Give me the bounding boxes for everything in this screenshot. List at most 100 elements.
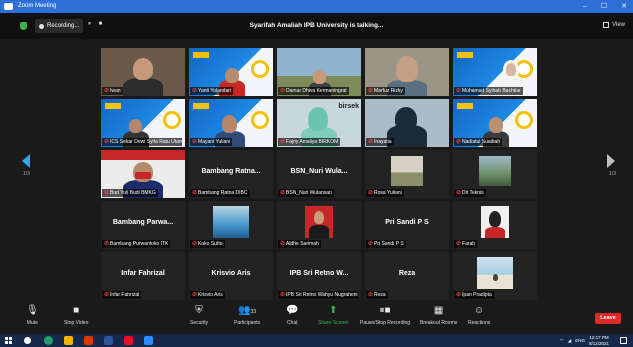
maximize-button[interactable]: ☐	[601, 0, 607, 13]
participant-tile[interactable]: Bambang Ratna... ⊘ Bambang Ratna DIBC	[189, 150, 273, 198]
participant-tile[interactable]: Pri Sandi P S ⊘ Pri Sandi P S	[365, 201, 449, 249]
volume-icon[interactable]: ◢	[568, 338, 571, 344]
gallery-view: 1/3 1/3 ⊘ Iwan ⊘ Yanti Yolandari ⊘ Damar Dh…	[0, 39, 633, 300]
participant-display-name: Reza	[398, 270, 416, 277]
minimize-button[interactable]: –	[583, 0, 587, 13]
word-app-icon[interactable]	[104, 336, 113, 345]
page-indicator-right: 1/3	[609, 171, 616, 177]
participant-name: ⊘ Bambang Ratna DIBC	[190, 189, 250, 197]
system-tray: ◠ ◢ ENG 12:17 PM 8/12/2021	[560, 335, 609, 346]
notification-icon[interactable]	[620, 337, 627, 344]
participant-name: ⊘ Inayatia	[366, 138, 394, 146]
participant-display-name: Bambang Ratna...	[201, 168, 261, 175]
language-indicator[interactable]: ENG	[575, 338, 585, 343]
network-icon[interactable]: ◠	[560, 338, 564, 344]
participant-name: ⊘ Yanti Yolandari	[190, 87, 234, 95]
video-camera-icon: ■	[73, 305, 80, 316]
chrome-app-icon[interactable]	[44, 336, 53, 345]
powerpoint-app-icon[interactable]	[84, 336, 93, 345]
muted-mic-icon: ⊘	[192, 190, 198, 196]
muted-mic-icon: ⊘	[456, 139, 462, 145]
participant-name: ⊘ Bambang Purwantoko ITK	[102, 240, 171, 248]
participant-tile[interactable]: ⊘ Damar Dhiva Kermaningrat	[277, 48, 361, 96]
muted-mic-icon: ⊘	[192, 292, 198, 298]
participant-tile[interactable]: ⊘ Mayani Yuliani	[189, 99, 273, 147]
mute-button[interactable]: 🎙 Mute	[26, 304, 39, 326]
file-explorer-icon[interactable]	[64, 336, 73, 345]
windows-start-icon[interactable]	[5, 337, 12, 344]
participant-tile[interactable]: ⊘ Marfuz Rizky	[365, 48, 449, 96]
active-speaker-label: Syarifah Amaliah IPB University is talki…	[249, 22, 384, 29]
participant-name: ⊘ Ipan Pradipta	[454, 291, 494, 299]
chat-button[interactable]: 💬 Chat	[286, 304, 298, 326]
participant-tile[interactable]: ⊘ Aldhe Sarimah	[277, 201, 361, 249]
next-page-arrow-icon[interactable]	[607, 154, 615, 168]
meeting-toolbar: 🎙 Mute ■ Stop Video ⛨ Security 👥33 Parti…	[0, 300, 633, 334]
participant-name: ⊘ Pri Sandi P S	[366, 240, 406, 248]
stop-video-button[interactable]: ■ Stop Video	[64, 304, 88, 326]
pause-stop-icon: ⏸■	[379, 305, 391, 316]
share-screen-button[interactable]: ⬆ Share Screen	[318, 304, 349, 326]
participant-name: ⊘ IPB Sri Retno Wahyu Nugraheni	[278, 291, 358, 299]
zoom-app-icon	[4, 3, 13, 10]
participant-name: ⊘ ICS Sekar Dewi Syifa Ratu Utama	[102, 138, 182, 146]
microphone-icon: 🎙	[26, 305, 39, 316]
participant-tile[interactable]: ⊘ Inayatia	[365, 99, 449, 147]
view-label: View	[612, 22, 625, 28]
participant-tile[interactable]: ⊘ Bud Yuli Budi BMKG	[101, 150, 185, 198]
muted-mic-icon: ⊘	[192, 241, 198, 247]
shield-icon: ⛨	[195, 305, 203, 316]
participant-tile[interactable]: BSN_Nuri Wula... ⊘ BSN_Nuri Wulansari	[277, 150, 361, 198]
clock[interactable]: 12:17 PM 8/12/2021	[589, 335, 609, 346]
security-button[interactable]: ⛨ Security	[190, 304, 208, 326]
red-app-icon[interactable]	[124, 336, 133, 345]
reactions-button[interactable]: ☺ Reactions	[468, 304, 490, 326]
participant-tile[interactable]: ⊘ Ipan Pradipta	[453, 252, 537, 300]
participant-name: ⊘ Infar Fahrizal	[102, 291, 142, 299]
muted-mic-icon: ⊘	[280, 88, 286, 94]
muted-mic-icon: ⊘	[104, 241, 110, 247]
participant-name: ⊘ Mayani Yuliani	[190, 138, 233, 146]
participant-tile[interactable]: ⊘ Muhamad Syihab Bachtiar	[453, 48, 537, 96]
windows-taskbar: ◠ ◢ ENG 12:17 PM 8/12/2021	[0, 334, 633, 347]
close-button[interactable]: ✕	[621, 0, 627, 13]
participant-tile[interactable]: IPB Sri Retno W... ⊘ IPB Sri Retno Wahyu …	[277, 252, 361, 300]
leave-button[interactable]: Leave	[595, 313, 621, 324]
participant-tile[interactable]: Bambang Parwa... ⊘ Bambang Purwantoko ITK	[101, 201, 185, 249]
participant-tile[interactable]: birsek ⊘ Fajriy Amaliya BIRKOM	[277, 99, 361, 147]
view-button[interactable]: View	[603, 22, 625, 28]
participant-tile[interactable]: Infar Fahrizal ⊘ Infar Fahrizal	[101, 252, 185, 300]
participants-button[interactable]: 👥33 Participants	[234, 304, 260, 326]
search-icon[interactable]	[24, 337, 31, 344]
participant-tile[interactable]: ⊘ Nadiatul Suaibah	[453, 99, 537, 147]
participant-display-name: BSN_Nuri Wula...	[290, 168, 348, 175]
participant-tile[interactable]: ⊘ Dit Teknis	[453, 150, 537, 198]
participant-name: ⊘ Rosa Yuliani	[366, 189, 404, 197]
participant-tile[interactable]: ⊘ Farah	[453, 201, 537, 249]
participant-tile[interactable]: ⊘ Yanti Yolandari	[189, 48, 273, 96]
share-screen-icon: ⬆	[329, 305, 338, 316]
muted-mic-icon: ⊘	[280, 292, 286, 298]
participant-tile[interactable]: ⊘ Iwan	[101, 48, 185, 96]
breakout-rooms-button[interactable]: ▦ Breakout Rooms	[420, 304, 457, 326]
participant-tile[interactable]: ⊘ ICS Sekar Dewi Syifa Ratu Utama	[101, 99, 185, 147]
breakout-rooms-icon: ▦	[433, 305, 444, 316]
window-title: Zoom Meeting	[18, 3, 57, 9]
pause-stop-recording-button[interactable]: ⏸■ Pause/Stop Recording	[360, 304, 410, 326]
participant-name: ⊘ Bud Yuli Budi BMKG	[102, 189, 158, 197]
participant-display-name: Pri Sandi P S	[385, 219, 429, 226]
muted-mic-icon: ⊘	[280, 190, 286, 196]
muted-mic-icon: ⊘	[104, 139, 110, 145]
participant-name: ⊘ Koko Sutto	[190, 240, 225, 248]
participant-tile[interactable]: Krisvio Aris ⊘ Krisvio Aris	[189, 252, 273, 300]
participants-count: 33	[250, 309, 257, 315]
zoom-taskbar-icon[interactable]	[144, 336, 153, 345]
participant-name: ⊘ Damar Dhiva Kermaningrat	[278, 87, 349, 95]
participant-tile[interactable]: ⊘ Rosa Yuliani	[365, 150, 449, 198]
participant-tile[interactable]: ⊘ Koko Sutto	[189, 201, 273, 249]
participant-tile[interactable]: Reza ⊘ Reza	[365, 252, 449, 300]
participant-name: ⊘ Marfuz Rizky	[366, 87, 405, 95]
muted-mic-icon: ⊘	[368, 241, 374, 247]
window-controls: – ☐ ✕	[583, 0, 627, 13]
previous-page-arrow-icon[interactable]	[22, 154, 30, 168]
